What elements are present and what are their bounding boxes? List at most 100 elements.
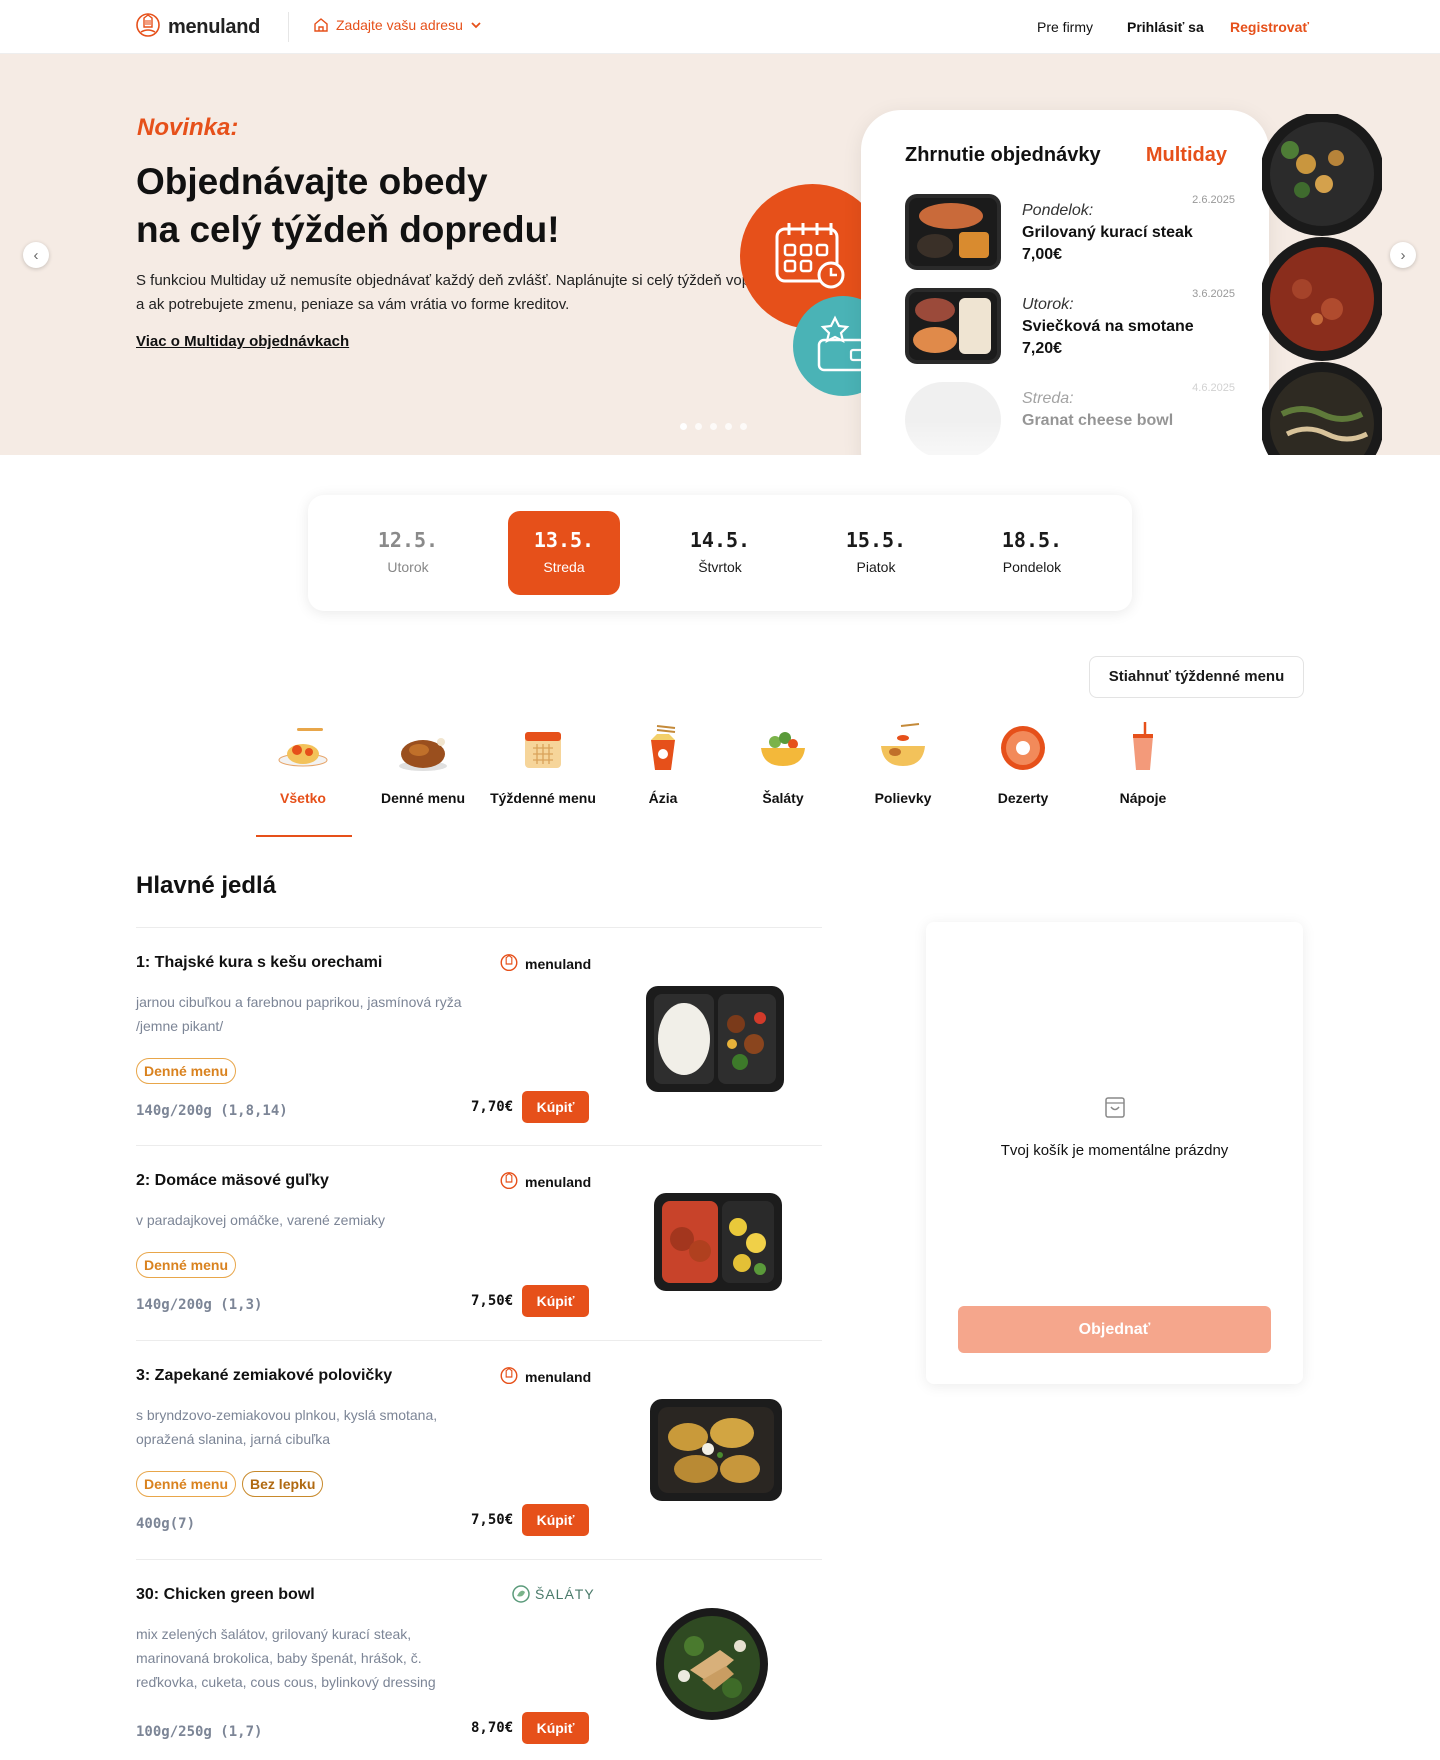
leaf-logo-icon <box>512 1585 530 1603</box>
nav-for-companies[interactable]: Pre firmy <box>1037 19 1093 35</box>
item-title: 2: Domáce mäsové guľky <box>136 1172 329 1189</box>
hero-kicker: Novinka: <box>137 114 239 141</box>
category-daily-menu[interactable]: Denné menu <box>368 720 478 807</box>
date-tab[interactable]: 18.5. Pondelok <box>976 511 1088 595</box>
item-title: 1: Thajské kura s kešu orechami <box>136 954 383 971</box>
category-label: Polievky <box>874 790 932 806</box>
card-fade <box>861 420 1269 455</box>
roast-chicken-icon <box>399 738 447 771</box>
weekday-label: Streda <box>543 559 585 575</box>
home-icon <box>314 18 328 32</box>
item-price: 8,70€ <box>471 1720 514 1736</box>
chevron-right-icon: › <box>1400 246 1406 264</box>
buy-button[interactable]: Kúpiť <box>522 1504 589 1536</box>
multiday-link[interactable]: Viac o Multiday objednávkach <box>136 333 349 350</box>
salad-bowl-icon <box>761 732 805 766</box>
item-tags: Denné menu Bez lepku <box>136 1471 324 1497</box>
brand-label: ŠALÁTY <box>535 1586 595 1602</box>
address-placeholder: Zadajte vašu adresu <box>336 17 463 33</box>
item-description: v paradajkovej omáčke, varené zemiaky <box>136 1212 386 1228</box>
order-summary-card: Zhrnutie objednávky Multiday Pondelok: G… <box>861 110 1269 455</box>
summary-badge: Multiday <box>1145 144 1227 166</box>
date-tab-active[interactable]: 13.5. Streda <box>508 511 620 595</box>
carousel-prev-button[interactable]: ‹ <box>23 242 49 268</box>
tag-gluten-free: Bez lepku <box>242 1471 324 1497</box>
order-button[interactable]: Objednať <box>958 1306 1271 1353</box>
baked-potatoes-image <box>650 1399 782 1501</box>
category-soups[interactable]: Polievky <box>848 720 958 807</box>
date-label: 15.5. <box>845 528 907 552</box>
hero-title-line2: na celý týždeň dopredu! <box>136 209 560 250</box>
chicken-green-bowl-image <box>656 1608 768 1720</box>
summary-title: Zhrnutie objednávky <box>905 144 1101 166</box>
category-all[interactable]: Všetko <box>248 720 358 807</box>
date-label: 18.5. <box>1001 528 1063 552</box>
date-tab[interactable]: 15.5. Piatok <box>820 511 932 595</box>
summary-day: Pondelok: <box>1022 202 1094 219</box>
category-asia[interactable]: Ázia <box>608 720 718 807</box>
date-tab[interactable]: 14.5. Štvrtok <box>664 511 776 595</box>
chevron-left-icon: ‹ <box>33 246 39 264</box>
donut-icon <box>1001 726 1045 770</box>
pasta-icon <box>278 728 328 767</box>
buy-button[interactable]: Kúpiť <box>522 1712 589 1744</box>
weekday-label: Utorok <box>387 559 429 575</box>
item-weight: 140g/200g (1,3) <box>136 1297 263 1313</box>
carousel-next-button[interactable]: › <box>1390 242 1416 268</box>
nav-login[interactable]: Prihlásiť sa <box>1127 19 1204 35</box>
carousel-dot[interactable] <box>710 423 717 430</box>
date-tab-past[interactable]: 12.5. Utorok <box>352 511 464 595</box>
item-weight: 400g(7) <box>136 1516 196 1532</box>
date-label: 12.5. <box>377 528 439 552</box>
steak-meal-image <box>909 198 997 266</box>
carousel-dots <box>680 423 747 430</box>
summary-date: 4.6.2025 <box>1192 382 1235 394</box>
cart-panel: Tvoj košík je momentálne prázdny Objedna… <box>926 922 1303 1384</box>
item-brand: menuland <box>498 1170 591 1194</box>
brand-label: menuland <box>525 1174 592 1190</box>
date-label: 13.5. <box>533 528 595 552</box>
item-price: 7,50€ <box>471 1512 514 1528</box>
summary-meal-price: 7,00€ <box>1022 246 1063 263</box>
category-label: Denné menu <box>380 790 465 806</box>
summary-meal-price: 7,20€ <box>1022 340 1063 357</box>
nav-register[interactable]: Registrovať <box>1230 19 1309 35</box>
category-drinks[interactable]: Nápoje <box>1088 720 1198 807</box>
brand-label: menuland <box>525 956 592 972</box>
item-description: s bryndzovo-zemiakovou plnkou, kyslá smo… <box>136 1407 438 1447</box>
brand-name: menuland <box>168 15 261 38</box>
carousel-dot[interactable] <box>740 423 747 430</box>
carousel-dot[interactable] <box>680 423 687 430</box>
weekday-label: Štvrtok <box>698 559 742 575</box>
address-selector[interactable]: Zadajte vašu adresu <box>313 17 482 33</box>
item-brand: menuland <box>498 952 591 976</box>
buy-button[interactable]: Kúpiť <box>522 1285 589 1317</box>
active-category-indicator <box>256 835 352 837</box>
menu-item: 1: Thajské kura s kešu orechami menuland… <box>136 927 822 1145</box>
summary-day: Utorok: <box>1022 296 1074 313</box>
item-description: mix zelených šalátov, grilovaný kurací s… <box>136 1626 436 1690</box>
category-salads[interactable]: Šaláty <box>728 720 838 807</box>
header-divider <box>288 12 289 42</box>
item-brand: menuland <box>498 1365 591 1389</box>
date-selector: 12.5. Utorok 13.5. Streda 14.5. Štvrtok … <box>308 495 1132 611</box>
download-weekly-menu-button[interactable]: Stiahnuť týždenné menu <box>1089 656 1304 698</box>
category-label: Týždenné menu <box>490 790 596 806</box>
category-weekly-menu[interactable]: Týždenné menu <box>488 720 598 807</box>
hero-title-line1: Objednávajte obedy <box>136 161 488 202</box>
carousel-dot[interactable] <box>725 423 732 430</box>
category-desserts[interactable]: Dezerty <box>968 720 1078 807</box>
meatballs-image <box>654 1193 782 1291</box>
logo[interactable]: menuland <box>135 10 260 44</box>
carousel-dot[interactable] <box>695 423 702 430</box>
summary-row: Pondelok: Grilovaný kurací steak 7,00€ 2… <box>905 194 1235 274</box>
menu-item: 30: Chicken green bowl ŠALÁTY mix zelený… <box>136 1559 822 1760</box>
hero-banner: Novinka: Objednávajte obedy na celý týžd… <box>0 54 1440 455</box>
shopping-bag-icon <box>1105 1097 1125 1118</box>
item-title: 3: Zapekané zemiakové polovičky <box>136 1367 393 1384</box>
meal-thumbnail <box>905 288 1001 364</box>
item-title: 30: Chicken green bowl <box>136 1586 315 1603</box>
category-label: Šaláty <box>762 790 804 806</box>
summary-date: 2.6.2025 <box>1192 194 1235 206</box>
buy-button[interactable]: Kúpiť <box>522 1091 589 1123</box>
